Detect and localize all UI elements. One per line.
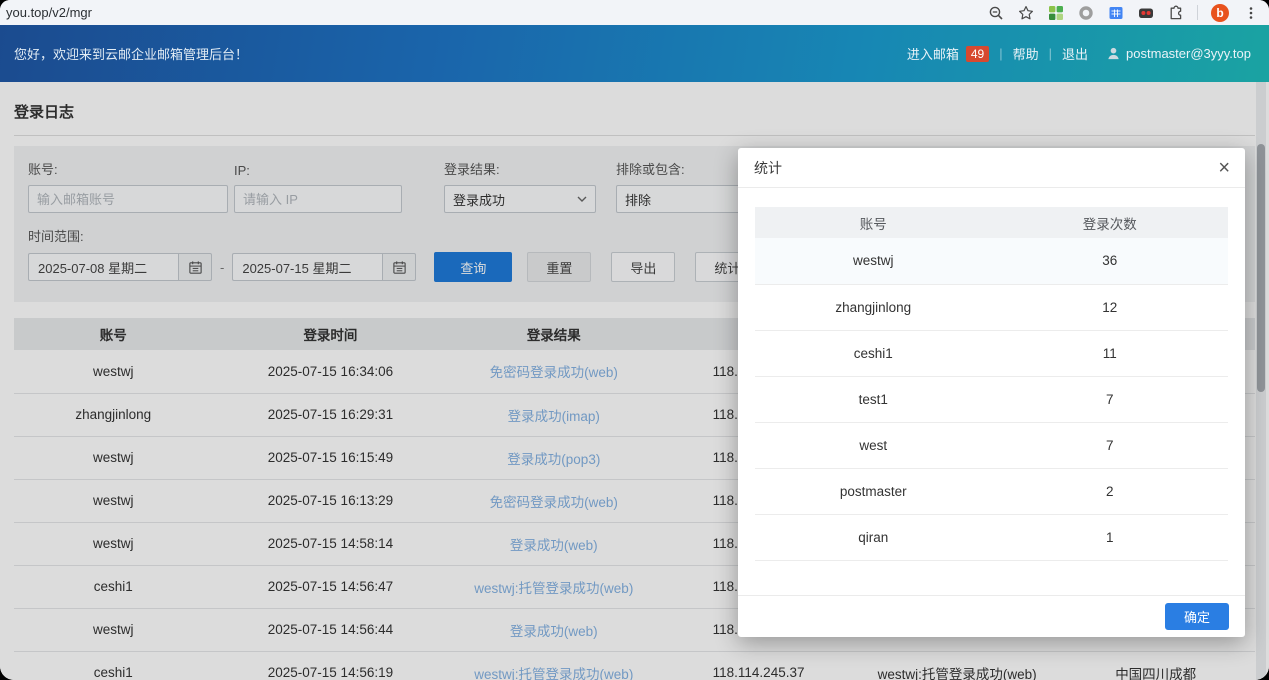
zoom-icon[interactable]: [987, 4, 1004, 21]
stat-row: ceshi1 11: [755, 330, 1228, 376]
extension-ring-icon[interactable]: [1077, 4, 1094, 21]
stat-account: test1: [755, 376, 992, 422]
extension-mask-icon[interactable]: [1137, 4, 1154, 21]
stat-count: 7: [992, 376, 1229, 422]
bookmark-star-icon[interactable]: [1017, 4, 1034, 21]
extension-calendar-icon[interactable]: [1107, 4, 1124, 21]
stat-col-account: 账号: [755, 207, 992, 238]
stat-row: postmaster 2: [755, 468, 1228, 514]
page-content: 登录日志 账号: IP: 登录结果: 登录成功: [0, 82, 1269, 680]
modal-body: 账号 登录次数 westwj 36 zhangjinlong 12: [738, 188, 1245, 561]
stat-account: zhangjinlong: [755, 284, 992, 330]
stat-count: 2: [992, 468, 1229, 514]
stat-count: 1: [992, 514, 1229, 560]
enter-mailbox-label: 进入邮箱: [907, 44, 959, 63]
stat-row: test1 7: [755, 376, 1228, 422]
stat-account: west: [755, 422, 992, 468]
statistics-table: 账号 登录次数 westwj 36 zhangjinlong 12: [755, 207, 1228, 561]
stat-row: qiran 1: [755, 514, 1228, 560]
stat-account: postmaster: [755, 468, 992, 514]
stat-count: 7: [992, 422, 1229, 468]
stat-header-row: 账号 登录次数: [755, 207, 1228, 238]
extension-grid-icon[interactable]: [1047, 4, 1064, 21]
enter-mailbox-link[interactable]: 进入邮箱 49: [907, 44, 989, 63]
account-email: postmaster@3yyy.top: [1126, 46, 1251, 61]
user-icon: [1106, 46, 1121, 61]
welcome-text: 您好，欢迎来到云邮企业邮箱管理后台！: [14, 44, 248, 63]
stat-row: zhangjinlong 12: [755, 284, 1228, 330]
modal-title: 统计: [754, 158, 782, 178]
browser-address-bar: you.top/v2/mgr b: [0, 0, 1269, 25]
header-separator: |: [1049, 46, 1052, 61]
statistics-modal: 统计 × 账号 登录次数 westwj 36: [738, 148, 1245, 637]
account-menu[interactable]: postmaster@3yyy.top: [1106, 46, 1251, 61]
stat-row: westwj 36: [755, 238, 1228, 284]
header-separator: |: [999, 46, 1002, 61]
stat-count: 36: [992, 238, 1229, 284]
confirm-button[interactable]: 确定: [1165, 603, 1229, 630]
header-right: 进入邮箱 49 | 帮助 | 退出 postmaster@3yyy.top: [907, 44, 1251, 63]
stat-count: 11: [992, 330, 1229, 376]
close-icon[interactable]: ×: [1218, 158, 1230, 178]
browser-toolbar-icons: b: [987, 4, 1259, 22]
url-text[interactable]: you.top/v2/mgr: [6, 5, 92, 20]
extensions-puzzle-icon[interactable]: [1167, 4, 1184, 21]
stat-account: ceshi1: [755, 330, 992, 376]
stat-row: west 7: [755, 422, 1228, 468]
logout-link[interactable]: 退出: [1062, 44, 1088, 63]
stat-count: 12: [992, 284, 1229, 330]
menu-kebab-icon[interactable]: [1242, 4, 1259, 21]
modal-footer: 确定: [738, 595, 1245, 637]
stat-account: westwj: [755, 238, 992, 284]
modal-header: 统计 ×: [738, 148, 1245, 188]
stat-col-login-count: 登录次数: [992, 207, 1229, 238]
app-header: 您好，欢迎来到云邮企业邮箱管理后台！ 进入邮箱 49 | 帮助 | 退出 pos…: [0, 25, 1269, 82]
help-link[interactable]: 帮助: [1013, 44, 1039, 63]
stat-account: qiran: [755, 514, 992, 560]
toolbar-divider: [1197, 5, 1198, 20]
unread-count-badge: 49: [966, 46, 989, 62]
browser-window: you.top/v2/mgr b: [0, 0, 1269, 680]
profile-avatar[interactable]: b: [1211, 4, 1229, 22]
